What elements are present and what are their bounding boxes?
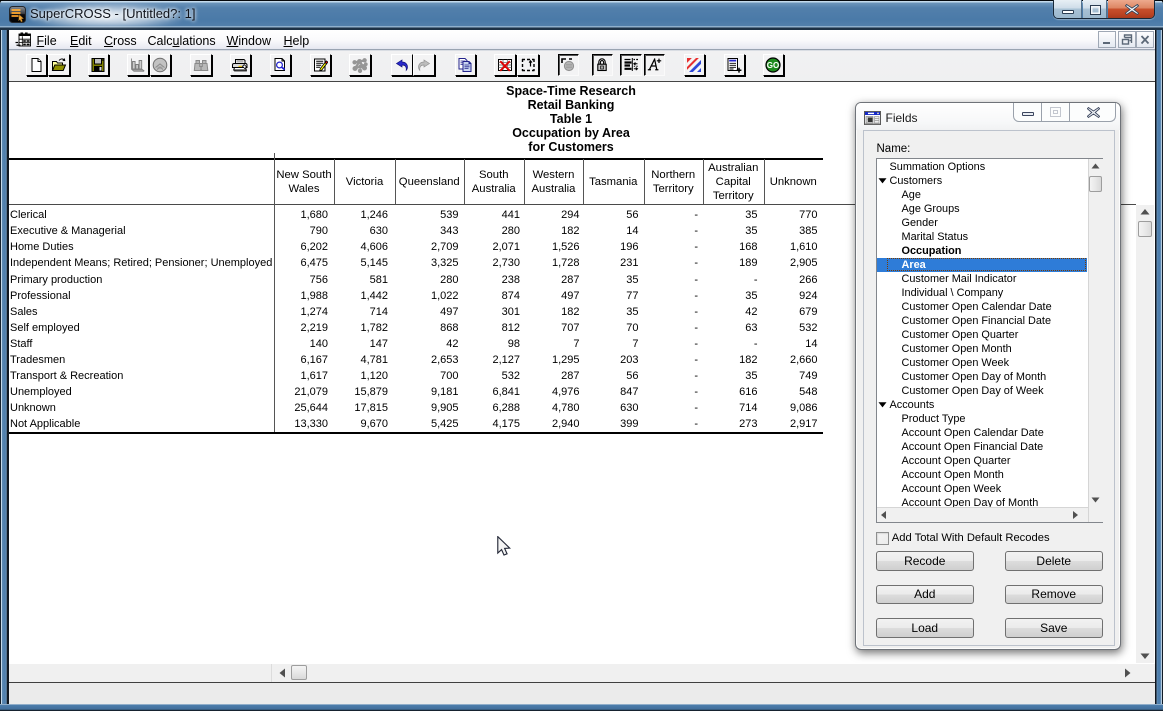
svg-text:GO: GO (767, 61, 779, 70)
